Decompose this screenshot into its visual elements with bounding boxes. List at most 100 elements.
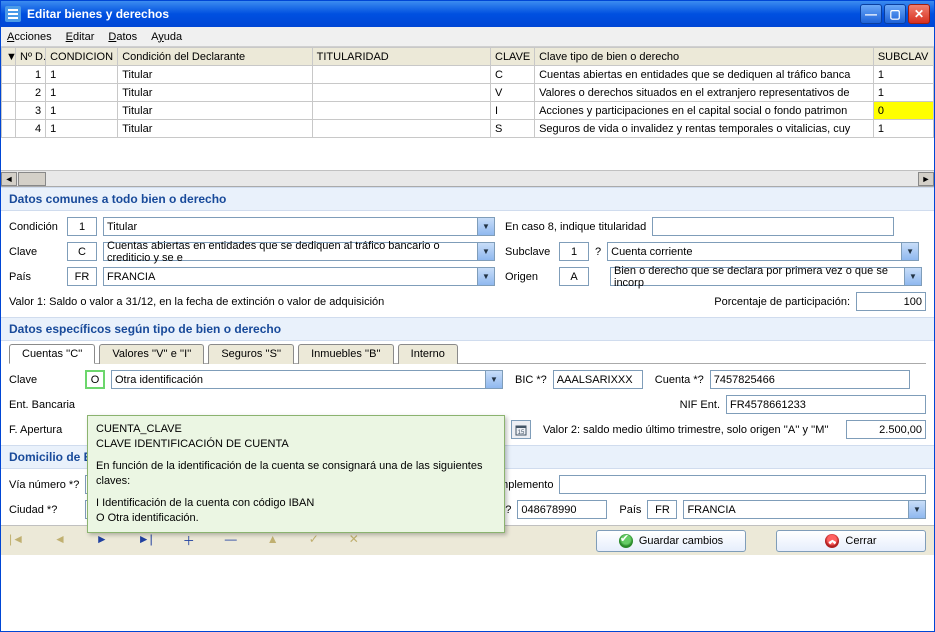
nav-last-icon[interactable]: ►| (138, 532, 153, 549)
tabs-tipo-bien: Cuentas ''C'' Valores ''V'' e ''I'' Segu… (9, 343, 926, 364)
origen-code-input[interactable] (559, 267, 589, 286)
nav-prev-icon[interactable]: ◄ (54, 532, 66, 549)
nav-icons: |◄ ◄ ► ►| ＋ — ▲ ✓ ✕ (9, 532, 359, 549)
tab-cuentas-c[interactable]: Cuentas ''C'' (9, 344, 95, 364)
cuenta-clave-code-input[interactable] (85, 370, 105, 389)
dropdown-icon[interactable]: ▼ (904, 268, 921, 285)
table-row[interactable]: 41TitularSSeguros de vida o invalidez y … (2, 120, 934, 138)
dropdown-icon[interactable]: ▼ (477, 218, 494, 235)
power-icon (825, 534, 839, 548)
dropdown-icon[interactable]: ▼ (908, 501, 925, 518)
col-cond-declarante[interactable]: Condición del Declarante (118, 48, 312, 66)
cuenta-input[interactable] (710, 370, 910, 389)
label-ciudad: Ciudad *? (9, 504, 79, 516)
label-subclave: Subclave (505, 246, 553, 258)
col-clave-desc[interactable]: Clave tipo de bien o derecho (535, 48, 874, 66)
subclave-combo[interactable]: Cuenta corriente▼ (607, 242, 919, 261)
col-clave[interactable]: CLAVE (491, 48, 535, 66)
menu-editar[interactable]: Editar (66, 31, 95, 43)
nav-add-icon[interactable]: ＋ (183, 532, 195, 549)
tab-interno[interactable]: Interno (398, 344, 458, 364)
nav-next-icon[interactable]: ► (96, 532, 108, 549)
scroll-left-icon[interactable]: ◄ (1, 172, 17, 186)
close-button[interactable]: ✕ (908, 4, 930, 24)
section-datos-comunes-header: Datos comunes a todo bien o derecho (1, 187, 934, 211)
label-via: Vía número *? (9, 479, 79, 491)
minimize-button[interactable]: — (860, 4, 882, 24)
nif-ent-input[interactable] (726, 395, 926, 414)
dropdown-icon[interactable]: ▼ (485, 371, 502, 388)
label-cuenta: Cuenta *? (655, 374, 704, 386)
dropdown-icon[interactable]: ▼ (901, 243, 918, 260)
menu-acciones[interactable]: Acciones (7, 31, 52, 43)
label-porcentaje: Porcentaje de participación: (714, 296, 850, 308)
pais-dom-combo[interactable]: FRANCIA▼ (683, 500, 926, 519)
clave-combo[interactable]: Cuentas abiertas en entidades que se ded… (103, 242, 495, 261)
menu-ayuda[interactable]: Ayuda (151, 31, 182, 43)
svg-text:15: 15 (518, 430, 525, 436)
grid-horizontal-scrollbar[interactable]: ◄ ► (1, 170, 934, 186)
section-datos-comunes: Condición Titular▼ En caso 8, indique ti… (1, 211, 934, 317)
porcentaje-input[interactable] (856, 292, 926, 311)
tab-valores-v-i[interactable]: Valores ''V'' e ''I'' (99, 344, 204, 364)
nav-confirm-icon[interactable]: ✓ (309, 532, 319, 549)
label-valor1: Valor 1: Saldo o valor a 31/12, en la fe… (9, 296, 384, 308)
table-row[interactable]: 21TitularVValores o derechos situados en… (2, 84, 934, 102)
pais-dom-code-input[interactable] (647, 500, 677, 519)
app-icon (5, 6, 21, 22)
label-cuenta-clave: Clave (9, 374, 79, 386)
titlebar: Editar bienes y derechos — ▢ ✕ (1, 1, 934, 27)
pais-combo[interactable]: FRANCIA▼ (103, 267, 495, 286)
origen-combo[interactable]: Bien o derecho que se declara por primer… (610, 267, 922, 286)
section-datos-especificos-header: Datos específicos según tipo de bien o d… (1, 317, 934, 341)
maximize-button[interactable]: ▢ (884, 4, 906, 24)
menubar: Acciones Editar Datos Ayuda (1, 27, 934, 47)
complemento-input[interactable] (559, 475, 926, 494)
table-row[interactable]: 11TitularCCuentas abiertas en entidades … (2, 66, 934, 84)
dropdown-icon[interactable]: ▼ (477, 268, 494, 285)
cpostal-input[interactable] (517, 500, 607, 519)
date-picker-button[interactable]: 15 (511, 420, 531, 439)
cuenta-clave-combo[interactable]: Otra identificación▼ (111, 370, 503, 389)
tooltip-cuenta-clave: CUENTA_CLAVE CLAVE IDENTIFICACIÓN DE CUE… (87, 415, 505, 533)
col-nd[interactable]: Nº D. (16, 48, 46, 66)
label-clave: Clave (9, 246, 61, 258)
help-icon[interactable]: ? (595, 246, 601, 258)
scroll-thumb[interactable] (18, 172, 46, 186)
nav-edit-icon[interactable]: ▲ (267, 532, 279, 549)
label-bic: BIC *? (515, 374, 547, 386)
menu-datos[interactable]: Datos (108, 31, 137, 43)
window-title: Editar bienes y derechos (27, 7, 860, 21)
cerrar-button[interactable]: Cerrar (776, 530, 926, 552)
nav-cancel-icon[interactable]: ✕ (349, 532, 359, 549)
grid-header-row: ▼ Nº D. CONDICION Condición del Declaran… (2, 48, 934, 66)
nav-remove-icon[interactable]: — (225, 532, 237, 549)
clave-code-input[interactable] (67, 242, 97, 261)
tab-seguros-s[interactable]: Seguros ''S'' (208, 344, 294, 364)
subclave-code-input[interactable] (559, 242, 589, 261)
data-grid[interactable]: ▼ Nº D. CONDICION Condición del Declaran… (1, 47, 934, 187)
condicion-code-input[interactable] (67, 217, 97, 236)
label-pais: País (9, 271, 61, 283)
condicion-combo[interactable]: Titular▼ (103, 217, 495, 236)
label-nif-ent: NIF Ent. (680, 399, 720, 411)
col-titularidad[interactable]: TITULARIDAD (312, 48, 490, 66)
dropdown-icon[interactable]: ▼ (477, 243, 494, 260)
window-frame: Editar bienes y derechos — ▢ ✕ Acciones … (0, 0, 935, 632)
pais-code-input[interactable] (67, 267, 97, 286)
guardar-button[interactable]: Guardar cambios (596, 530, 746, 552)
col-subclave[interactable]: SUBCLAV (873, 48, 933, 66)
table-row[interactable]: 31TitularIAcciones y participaciones en … (2, 102, 934, 120)
label-caso8: En caso 8, indique titularidad (505, 221, 646, 233)
tab-inmuebles-b[interactable]: Inmuebles ''B'' (298, 344, 394, 364)
label-ent-bancaria: Ent. Bancaria (9, 399, 79, 411)
label-condicion: Condición (9, 221, 61, 233)
col-marker[interactable]: ▼ (2, 48, 16, 66)
label-pais-dom: País (619, 504, 641, 516)
valor2-input[interactable] (846, 420, 926, 439)
scroll-right-icon[interactable]: ► (918, 172, 934, 186)
caso8-input[interactable] (652, 217, 894, 236)
bic-input[interactable] (553, 370, 643, 389)
col-condicion[interactable]: CONDICION (46, 48, 118, 66)
nav-first-icon[interactable]: |◄ (9, 532, 24, 549)
